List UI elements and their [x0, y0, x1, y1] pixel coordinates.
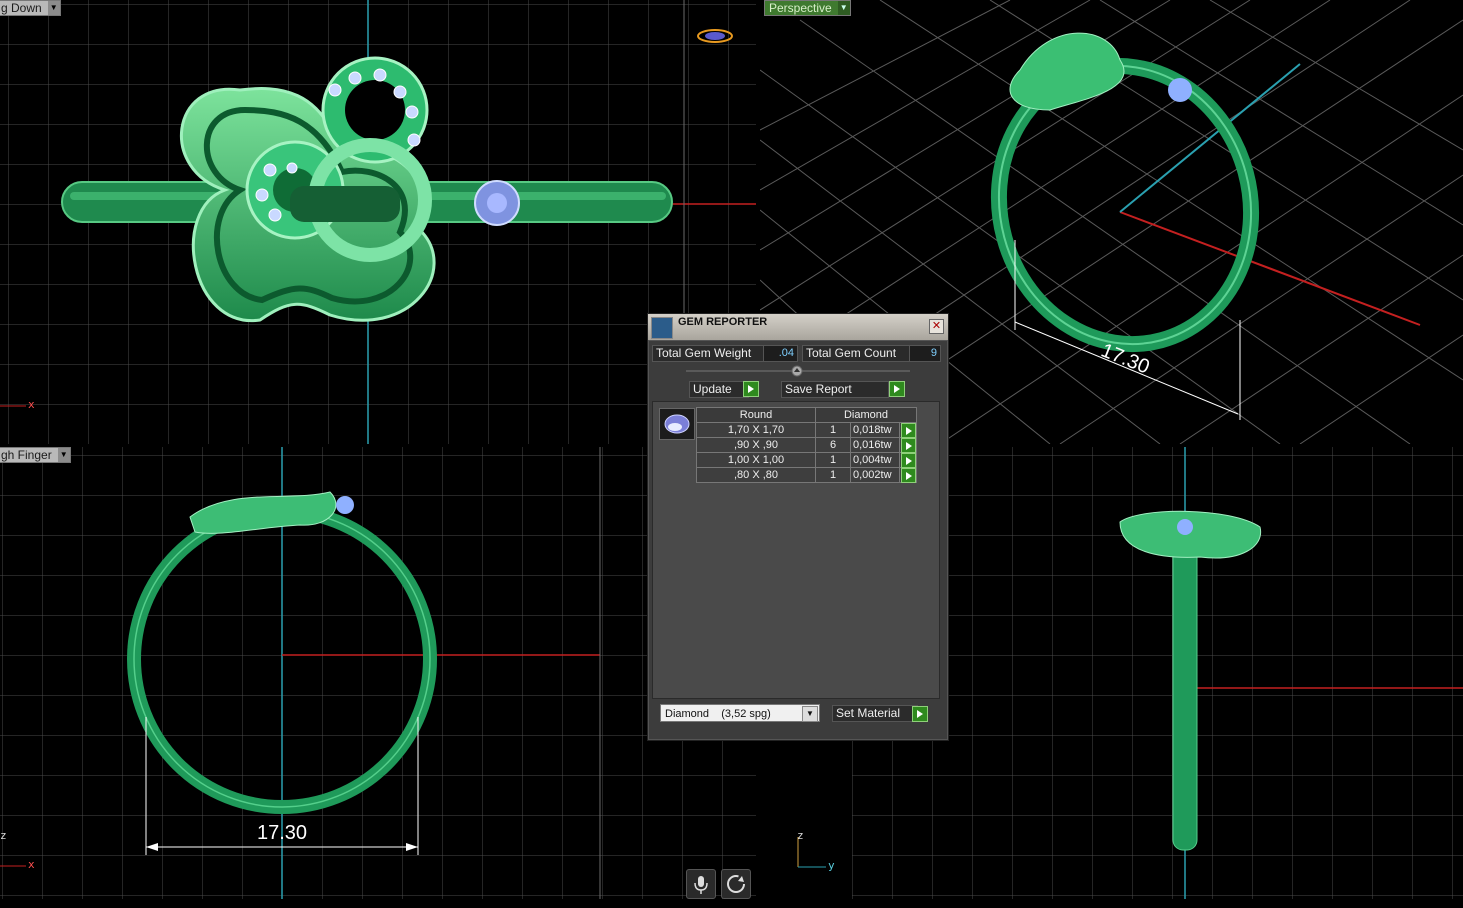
- total-gem-weight-value[interactable]: .04: [763, 345, 798, 362]
- play-icon[interactable]: [901, 468, 916, 483]
- gem-size: 1,70 X 1,70: [696, 422, 816, 438]
- gem-reporter-panel[interactable]: GEM REPORTER ✕ Total Gem Weight .04 Tota…: [647, 313, 949, 741]
- column-header-diamond[interactable]: Diamond: [815, 407, 917, 423]
- set-material-go-icon[interactable]: [912, 706, 928, 722]
- row-go-cell[interactable]: [899, 422, 917, 438]
- gem-weight: 0,004tw: [850, 452, 900, 468]
- chevron-down-icon[interactable]: ▼: [837, 1, 850, 15]
- axis-label-z: z: [0, 829, 7, 842]
- row-go-cell[interactable]: [899, 467, 917, 483]
- play-icon[interactable]: [901, 423, 916, 438]
- gem-size: ,90 X ,90: [696, 437, 816, 453]
- diamond-gem-icon: [659, 408, 695, 440]
- save-report-label: Save Report: [785, 382, 852, 396]
- axis-label-z: z: [797, 829, 804, 842]
- table-row[interactable]: ,80 X ,80 1 0,002tw: [696, 467, 917, 483]
- viewport-label-text: g Down: [1, 1, 42, 15]
- gem-list-area[interactable]: Round Diamond 1,70 X 1,70 1 0,018tw ,90 …: [652, 401, 940, 699]
- viewport-label-top[interactable]: g Down ▼: [0, 0, 61, 16]
- viewport-top[interactable]: g Down ▼ x: [0, 0, 756, 444]
- material-select[interactable]: Diamond (3,52 spg) ▼: [660, 704, 820, 722]
- column-header-round[interactable]: Round: [696, 407, 816, 423]
- table-row[interactable]: ,90 X ,90 6 0,016tw: [696, 437, 917, 453]
- set-material-button[interactable]: Set Material: [832, 705, 918, 722]
- gem-weight: 0,018tw: [850, 422, 900, 438]
- set-material-label: Set Material: [836, 706, 901, 720]
- gem-count: 6: [815, 437, 851, 453]
- table-row[interactable]: 1,00 X 1,00 1 0,004tw: [696, 452, 917, 468]
- viewport-label-text: gh Finger: [1, 448, 52, 462]
- row-go-cell[interactable]: [899, 437, 917, 453]
- axis-label-x: x: [28, 858, 35, 871]
- gem-size: ,80 X ,80: [696, 467, 816, 483]
- chevron-down-icon[interactable]: ▼: [57, 448, 70, 462]
- collapse-divider[interactable]: [648, 365, 948, 377]
- chevron-down-icon[interactable]: ▼: [47, 1, 60, 15]
- play-icon[interactable]: [901, 453, 916, 468]
- gem-size: 1,00 X 1,00: [696, 452, 816, 468]
- total-gem-count-value[interactable]: 9: [909, 345, 941, 362]
- gem-reporter-title: GEM REPORTER: [678, 316, 768, 328]
- row-go-cell[interactable]: [899, 452, 917, 468]
- grid-front: [0, 447, 756, 899]
- gem-table: Round Diamond 1,70 X 1,70 1 0,018tw ,90 …: [696, 407, 917, 483]
- save-report-go-icon[interactable]: [889, 381, 905, 397]
- microphone-icon[interactable]: [686, 869, 716, 899]
- gem-count: 1: [815, 467, 851, 483]
- update-label: Update: [693, 382, 732, 396]
- save-report-button[interactable]: Save Report: [781, 381, 889, 398]
- material-select-value: Diamond (3,52 spg): [665, 708, 771, 720]
- close-button[interactable]: ✕: [929, 319, 944, 334]
- table-row[interactable]: 1,70 X 1,70 1 0,018tw: [696, 422, 917, 438]
- viewport-label-front[interactable]: gh Finger ▼: [0, 447, 71, 463]
- total-gem-count-label: Total Gem Count: [802, 345, 912, 362]
- gem-count: 1: [815, 422, 851, 438]
- grid-top: [0, 0, 756, 444]
- viewport-label-perspective[interactable]: Perspective ▼: [764, 0, 851, 16]
- viewport-label-text: Perspective: [769, 1, 832, 15]
- update-go-icon[interactable]: [743, 381, 759, 397]
- gem-weight: 0,016tw: [850, 437, 900, 453]
- play-icon[interactable]: [901, 438, 916, 453]
- chevron-down-icon[interactable]: ▼: [802, 706, 818, 722]
- viewport-front[interactable]: gh Finger ▼ 17.30 z x: [0, 447, 756, 899]
- gem-count: 1: [815, 452, 851, 468]
- update-button[interactable]: Update: [689, 381, 749, 398]
- gem-reporter-icon: [651, 317, 673, 339]
- total-gem-weight-label: Total Gem Weight: [652, 345, 764, 362]
- gem-reporter-titlebar[interactable]: GEM REPORTER ✕: [648, 314, 948, 341]
- gem-weight: 0,002tw: [850, 467, 900, 483]
- refresh-icon[interactable]: [721, 869, 751, 899]
- axis-label-x: x: [28, 398, 35, 411]
- axis-label-y: y: [828, 859, 835, 872]
- dimension-label: 17.30: [257, 822, 308, 844]
